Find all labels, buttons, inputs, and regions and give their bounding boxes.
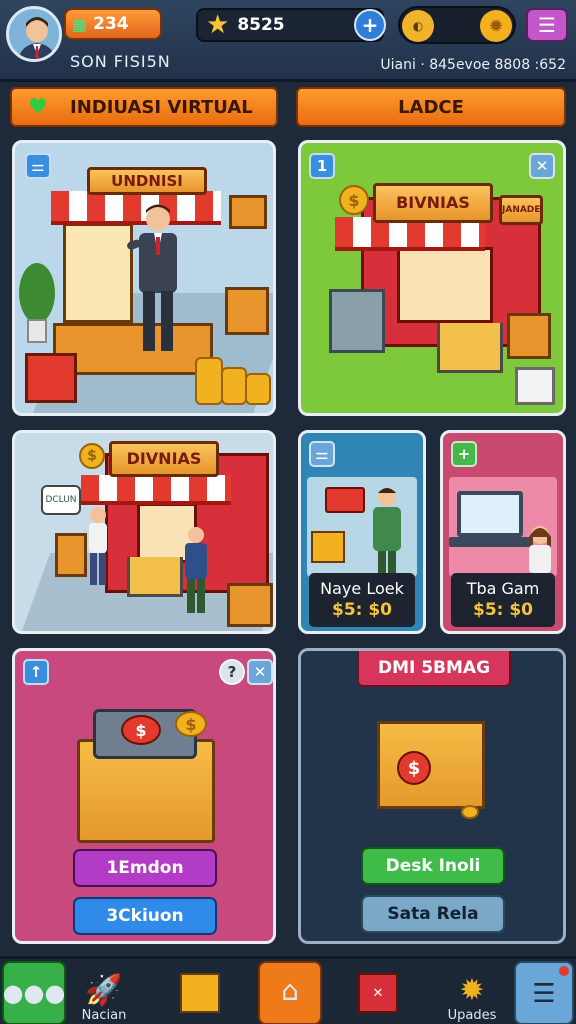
gem-icon: ▦	[72, 14, 88, 34]
laptop-base	[449, 537, 531, 547]
shop-sign: UNDNISI	[87, 167, 207, 195]
add-currency-button[interactable]: +	[354, 9, 386, 41]
vault-card[interactable]: DMI 5BMAG $ Desk Inoli Sata Rela	[298, 648, 566, 944]
shopper-figure	[179, 525, 213, 621]
dollar-coin: $	[397, 751, 431, 785]
add-button[interactable]: +	[451, 441, 477, 467]
player-name: SON FISI5N	[70, 52, 171, 71]
bottom-nav: ●●● 🚀 Nacian ⌂ ✕ ✹ Upades ☰	[0, 956, 576, 1024]
cash-register	[229, 195, 267, 229]
key-icon: ◐	[402, 10, 434, 42]
storage-button-2[interactable]: 3Ckiuon	[73, 897, 217, 935]
dots-icon: ●●●	[2, 979, 66, 1007]
close-icon[interactable]: ✕	[247, 659, 273, 685]
shopping-cart	[127, 557, 183, 597]
notification-dot	[559, 966, 569, 976]
laptop-icon	[457, 491, 523, 537]
hire-card-a[interactable]: ⚌ Naye Loek $5: $0	[298, 430, 426, 634]
hire-tag-b: Tba Gam $5: $0	[451, 573, 555, 627]
coin-stack	[245, 373, 271, 405]
nav-item-box[interactable]	[168, 961, 232, 1024]
nav-item-upades[interactable]: ✹ Upades	[440, 961, 504, 1024]
vault-banner: DMI 5BMAG	[357, 651, 511, 687]
dollar-coin: $	[175, 711, 207, 737]
player-avatar[interactable]	[6, 6, 62, 62]
atm-machine	[329, 289, 385, 353]
coin-stack	[195, 357, 223, 405]
treasure-box	[311, 531, 345, 563]
nav-menu-button[interactable]: ☰	[514, 961, 574, 1024]
upgrade-button[interactable]: ⚌	[25, 153, 51, 179]
gear-icon: ✹	[480, 10, 512, 42]
money-box	[377, 721, 485, 809]
vault-button-1[interactable]: Desk Inoli	[361, 847, 505, 885]
speech-bubble: DCLUN	[41, 485, 81, 515]
dollar-coin: $	[121, 715, 161, 745]
crate	[225, 287, 269, 335]
shop-sign: DIVNIAS	[109, 441, 219, 477]
gem-counter[interactable]: ▦ 234	[64, 8, 162, 40]
treasure-box	[25, 353, 77, 403]
upgrade-arrow-button[interactable]: ↑	[23, 659, 49, 685]
nav-home-button[interactable]: ⌂	[258, 961, 322, 1024]
info-icon[interactable]: ?	[219, 659, 245, 685]
storage-button-1[interactable]: 1Emdon	[73, 849, 217, 887]
plant	[19, 263, 55, 343]
gem-value: 234	[93, 14, 129, 34]
menu-button[interactable]: ☰	[526, 8, 568, 42]
white-box	[515, 367, 555, 405]
shop-card-3[interactable]: DIVNIAS $ DCLUN	[12, 430, 276, 634]
list-icon: ☰	[532, 979, 556, 1009]
hire-b-price: $5: $0	[472, 600, 534, 620]
shop-box-icon: ✕	[358, 973, 398, 1013]
shop-card-1[interactable]: ⚌ UNDNISI	[12, 140, 276, 416]
orange-box	[227, 583, 273, 627]
nav-item-nacian[interactable]: 🚀 Nacian	[72, 961, 136, 1024]
shelf	[397, 247, 493, 323]
star-value: 8525	[237, 15, 285, 35]
hire-card-b[interactable]: + Tba Gam $5: $0	[440, 430, 566, 634]
tab-virtual-label: INDIUASI VIRTUAL	[70, 96, 253, 118]
top-hud: ▦ 234 SON FISI5N ★ 8525 + ◐ ✹ ☰ Uiani · …	[0, 0, 576, 82]
employee-figure	[523, 523, 557, 577]
dollar-coin: $	[79, 443, 105, 469]
hire-a-title: Naye Loek	[320, 579, 404, 598]
storage-card[interactable]: ↑ ? ✕ $ $ 1Emdon 3Ckiuon	[12, 648, 276, 944]
money-sign	[325, 487, 365, 513]
shop-card-2[interactable]: 1 ✕ BIVNIAS JANADE $	[298, 140, 566, 416]
nav-item-shop[interactable]: ✕	[346, 961, 410, 1024]
hire-a-price: $5: $0	[331, 600, 393, 620]
hire-b-title: Tba Gam	[466, 579, 540, 598]
hire-tag-a: Naye Loek $5: $0	[309, 573, 415, 627]
nav-label-upades: Upades	[447, 1008, 497, 1023]
gear-icon: ✹	[459, 973, 485, 1008]
coin-stack	[221, 367, 247, 405]
nav-label-nacian: Nacian	[81, 1008, 127, 1023]
tab-ladce-label: LADCE	[398, 96, 464, 118]
side-sign: JANADE	[499, 195, 543, 225]
dollar-coin	[461, 805, 479, 819]
shop-sign: BIVNIAS	[373, 183, 493, 223]
nav-chat-button[interactable]: ●●●	[2, 961, 66, 1024]
level-badge: 1	[309, 153, 335, 179]
shopping-cart	[437, 323, 503, 373]
tab-virtual[interactable]: ♥ INDIUASI VIRTUAL	[10, 87, 278, 127]
tab-ladce[interactable]: LADCE	[296, 87, 566, 127]
heart-icon: ♥	[28, 95, 48, 120]
dollar-coin: $	[339, 185, 369, 215]
status-info: Uiani · 845evoe 8808 :652	[380, 57, 566, 73]
rocket-icon: 🚀	[85, 973, 123, 1008]
close-icon[interactable]: ✕	[529, 153, 555, 179]
businessman-figure	[123, 201, 193, 365]
mode-toggle[interactable]: ◐ ✹	[398, 6, 516, 44]
vault-button-2[interactable]: Sata Rela	[361, 895, 505, 933]
home-icon: ⌂	[281, 974, 299, 1007]
upgrade-button[interactable]: ⚌	[309, 441, 335, 467]
stall-awning	[81, 475, 231, 505]
box-icon	[180, 973, 220, 1013]
star-icon: ★	[206, 10, 230, 40]
employee-figure	[365, 485, 409, 585]
orange-box	[507, 313, 551, 359]
cash-register	[55, 533, 87, 577]
